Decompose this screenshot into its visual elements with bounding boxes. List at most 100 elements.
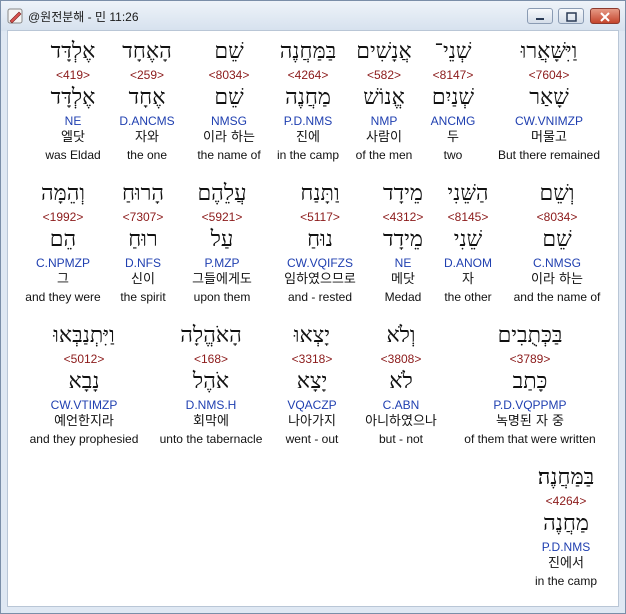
- strong-number[interactable]: <4264>: [268, 67, 348, 83]
- hebrew-word: הָרוּחַ: [121, 181, 165, 206]
- hebrew-word: שְׁנֵי־: [434, 39, 472, 64]
- word-block[interactable]: הַשֵּׁנִי <8145> שֵׁנִי D.ANOM 자 the oth…: [432, 177, 504, 305]
- word-block[interactable]: הָאֶחָד <259> אֶחָד D.ANCMS 자와 the one: [114, 31, 180, 163]
- hebrew-lemma: יָצָא: [296, 369, 328, 394]
- hebrew-lemma: שֵׁנִי: [453, 227, 483, 252]
- korean-gloss: 진에: [296, 130, 320, 145]
- parsing-code: NE: [64, 114, 82, 128]
- hebrew-word: בַּמַּחֲנֶה: [279, 39, 337, 64]
- word-block[interactable]: יָצְאוּ <3318> יָצָא VQACZP 나아가지 went - …: [276, 319, 348, 447]
- hebrew-lemma: נוּחַ: [307, 227, 333, 252]
- close-button[interactable]: [590, 8, 620, 24]
- hebrew-lemma: לֹא: [389, 369, 413, 394]
- minimize-icon: [536, 18, 544, 20]
- word-block[interactable]: עֲלֵהֶם <5921> עַל P.MZP 그들에게도 upon them: [178, 177, 266, 305]
- hebrew-word: אֲנָשִׁים: [356, 39, 412, 64]
- strong-number[interactable]: <3789>: [456, 351, 604, 367]
- strong-number[interactable]: <3318>: [276, 351, 348, 367]
- hebrew-lemma: הֵם: [49, 227, 77, 252]
- hebrew-word: הַשֵּׁנִי: [447, 181, 489, 206]
- korean-gloss: 이라 하는: [203, 130, 255, 145]
- english-gloss: the other: [444, 290, 492, 304]
- word-block[interactable]: וְשֵׁם <8034> שֵׁם C.NMSG 이라 하는 and the …: [502, 177, 612, 305]
- word-block[interactable]: הָרוּחַ <7307> רוּחַ D.NFS 신이 the spirit: [108, 177, 178, 305]
- strong-number[interactable]: <582>: [342, 67, 426, 83]
- english-gloss: but - not: [378, 432, 424, 446]
- title-bar[interactable]: @원전분해 - 민 11:26: [1, 1, 625, 31]
- hebrew-lemma: שָׁאַר: [529, 85, 569, 110]
- korean-gloss: 예언한지라: [54, 414, 114, 429]
- parsing-code: P.D.VQPPMP: [493, 398, 567, 412]
- strong-number[interactable]: <1992>: [18, 209, 108, 225]
- hebrew-lemma: שֵׁם: [214, 85, 244, 110]
- strong-number[interactable]: <8145>: [432, 209, 504, 225]
- minimize-button[interactable]: [527, 8, 553, 24]
- word-block[interactable]: בַּמַּחֲנֶה׃ <4264> מַחֲנֶה P.D.NMS 진에서 …: [520, 461, 612, 589]
- strong-number[interactable]: <8034>: [188, 67, 270, 83]
- strong-number[interactable]: <7307>: [108, 209, 178, 225]
- parsing-code: NMP: [370, 114, 398, 128]
- strong-number[interactable]: <5117>: [270, 209, 370, 225]
- maximize-button[interactable]: [558, 8, 584, 24]
- hebrew-word: בַּכְּתֻבִים: [497, 323, 563, 348]
- parsing-code: C.NMSG: [533, 256, 581, 270]
- strong-number[interactable]: <4264>: [520, 493, 612, 509]
- hebrew-word: הָאֶחָד: [122, 39, 172, 64]
- hebrew-lemma: אֹהֶל: [192, 369, 230, 394]
- hebrew-word: יָצְאוּ: [293, 323, 331, 348]
- korean-gloss: 신이: [131, 272, 155, 287]
- english-gloss: and the name of: [513, 290, 601, 304]
- hebrew-word: בַּמַּחֲנֶה׃: [537, 465, 595, 490]
- korean-gloss: 이라 하는: [531, 272, 583, 287]
- strong-number[interactable]: <168>: [152, 351, 270, 367]
- korean-gloss: 아니하였으나: [365, 414, 437, 429]
- word-block[interactable]: בַּמַּחֲנֶה <4264> מַחֲנֶה P.D.NMS 진에 in…: [268, 31, 348, 163]
- parsing-code: CW.VTIMZP: [50, 398, 118, 412]
- english-gloss: and they prophesied: [29, 432, 139, 446]
- hebrew-lemma: שֵׁם: [542, 227, 572, 252]
- english-gloss: the spirit: [120, 290, 166, 304]
- hebrew-lemma: שְׁנַיִם: [431, 85, 475, 110]
- hebrew-lemma: אֶלְדָּד: [50, 85, 96, 110]
- korean-gloss: 임하였으므로: [284, 272, 356, 287]
- word-block[interactable]: אֲנָשִׁים <582> אֱנוֹשׁ NMP 사람이 of the m…: [342, 31, 426, 163]
- parsing-code: D.ANOM: [444, 256, 492, 270]
- korean-gloss: 머물고: [531, 130, 567, 145]
- strong-number[interactable]: <5012>: [22, 351, 146, 367]
- word-block[interactable]: בַּכְּתֻבִים <3789> כָּתַב P.D.VQPPMP 녹명…: [456, 319, 604, 447]
- strong-number[interactable]: <8034>: [502, 209, 612, 225]
- word-block[interactable]: וַיִּתְנַבְּאוּ <5012> נָבָא CW.VTIMZP 예…: [22, 319, 146, 447]
- hebrew-lemma: מַחֲנֶה: [285, 85, 331, 110]
- hebrew-word: עֲלֵהֶם: [197, 181, 247, 206]
- hebrew-lemma: אֱנוֹשׁ: [363, 85, 405, 110]
- word-block[interactable]: מֵידָד <4312> מֵידָד NE 메닷 Medad: [372, 177, 434, 305]
- english-gloss: But there remained: [497, 148, 601, 162]
- english-gloss: went - out: [285, 432, 339, 446]
- strong-number[interactable]: <259>: [114, 67, 180, 83]
- strong-number[interactable]: <4312>: [372, 209, 434, 225]
- hebrew-word: שֵׁם: [214, 39, 244, 64]
- parsing-code: C.ABN: [382, 398, 420, 412]
- strong-number[interactable]: <419>: [36, 67, 110, 83]
- hebrew-word: וְהֵמָּה: [41, 181, 85, 206]
- word-block[interactable]: וַיִּשָּׁאֲרוּ <7604> שָׁאַר CW.VNIMZP 머…: [486, 31, 612, 176]
- app-window: @원전분해 - 민 11:26 וַיִּשָּׁאֲרוּ <7604> שָ…: [0, 0, 626, 614]
- word-block[interactable]: שְׁנֵי־ <8147> שְׁנַיִם ANCMG 두 two: [418, 31, 488, 163]
- word-block[interactable]: וְלֹא <3808> לֹא C.ABN 아니하였으나 but - not: [354, 319, 448, 447]
- word-block[interactable]: וַתָּנַח <5117> נוּחַ CW.VQIFZS 임하였으므로 a…: [270, 177, 370, 305]
- korean-gloss: 메닷: [391, 272, 415, 287]
- strong-number[interactable]: <3808>: [354, 351, 448, 367]
- english-gloss: Medad: [384, 290, 422, 304]
- word-block[interactable]: שֵׁם <8034> שֵׁם NMSG 이라 하는 the name of: [188, 31, 270, 163]
- parsing-code: CW.VQIFZS: [287, 256, 353, 270]
- word-block[interactable]: הָאֹהֱלָה <168> אֹהֶל D.NMS.H 회막에 unto t…: [152, 319, 270, 447]
- english-gloss: and they were: [25, 290, 101, 304]
- korean-gloss: 자와: [135, 130, 159, 145]
- strong-number[interactable]: <5921>: [178, 209, 266, 225]
- word-block[interactable]: וְהֵמָּה <1992> הֵם C.NPMZP 그 and they w…: [18, 177, 108, 305]
- strong-number[interactable]: <8147>: [418, 67, 488, 83]
- word-block[interactable]: אֶלְדָּד <419> אֶלְדָּד NE 엘닷 was Eldad: [36, 31, 110, 163]
- korean-gloss: 나아가지: [288, 414, 336, 429]
- strong-number[interactable]: <7604>: [486, 67, 612, 83]
- korean-gloss: 두: [447, 130, 459, 145]
